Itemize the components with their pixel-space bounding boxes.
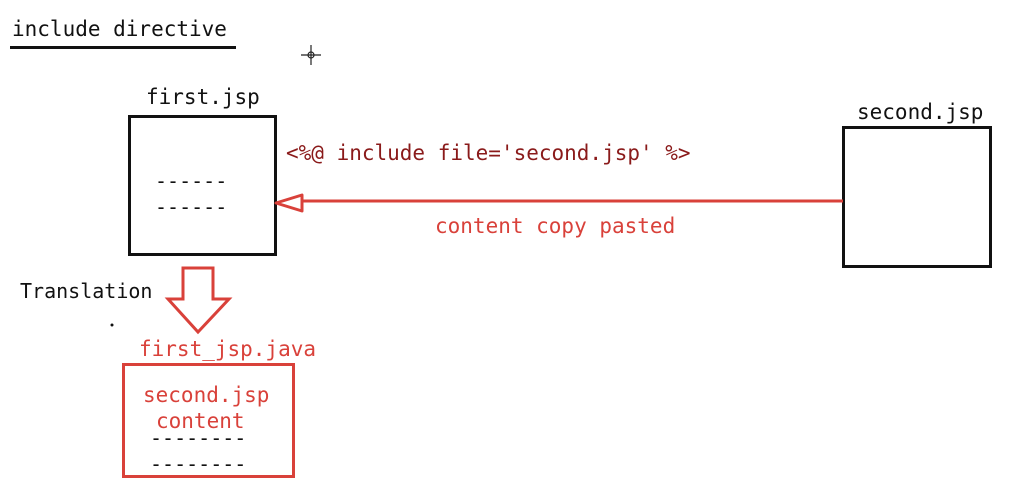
translation-arrow — [164, 266, 233, 335]
generated-dash-line-1: -------- — [150, 426, 247, 450]
generated-dash-line-2: -------- — [150, 452, 247, 476]
generated-content-line-1: second.jsp — [143, 383, 270, 407]
translation-label: Translation — [20, 279, 153, 303]
stray-dot — [110, 323, 114, 327]
generated-file-name: first_jsp.java — [139, 337, 317, 361]
copy-arrow — [274, 193, 843, 213]
crosshair-cursor-icon — [301, 45, 321, 65]
